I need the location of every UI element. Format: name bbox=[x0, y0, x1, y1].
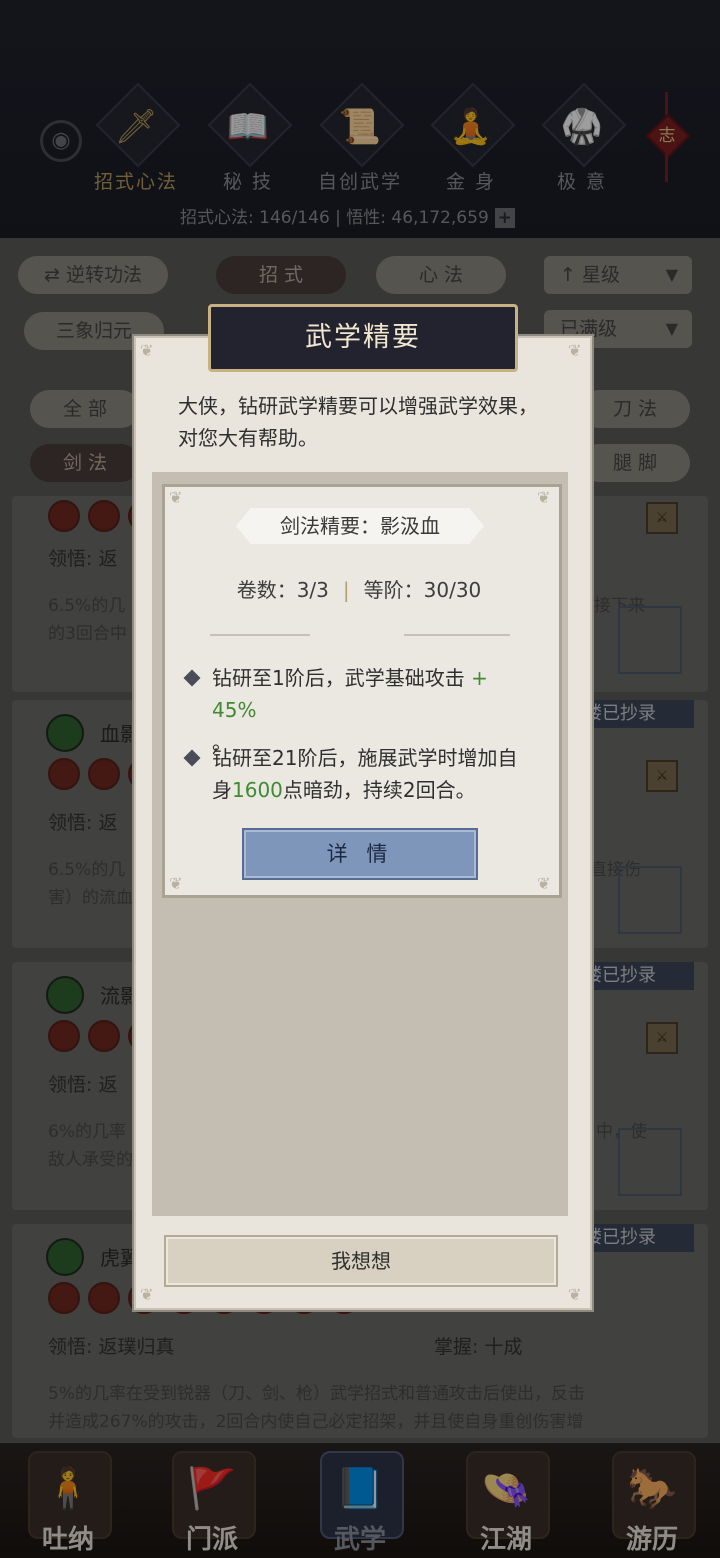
volume-rank-line: 卷数：3/3 | 等阶：30/30 bbox=[236, 578, 482, 602]
corner-ornament-icon: ❦ bbox=[169, 488, 183, 507]
corner-ornament-icon: ❦ bbox=[568, 341, 582, 360]
corner-ornament-icon: ❦ bbox=[140, 341, 154, 360]
divider bbox=[404, 634, 510, 636]
essence-effect-2: 钻研至21阶后，施展武学时增加自身1600点暗劲，持续2回合。 bbox=[183, 742, 536, 806]
think-it-over-button[interactable]: 我想想 bbox=[164, 1235, 558, 1287]
dialog-intro: 大侠，钻研武学精要可以增强武学效果，对您大有帮助。 bbox=[178, 394, 538, 450]
corner-ornament-icon: ❦ bbox=[537, 488, 551, 507]
corner-ornament-icon: ❦ bbox=[169, 874, 183, 893]
corner-ornament-icon: ❦ bbox=[568, 1285, 582, 1304]
dialog-title: 武学精要 bbox=[208, 304, 518, 372]
essence-subtitle: 剑法精要：影汲血 bbox=[236, 508, 484, 544]
corner-ornament-icon: ❦ bbox=[140, 1285, 154, 1304]
divider bbox=[210, 634, 310, 636]
corner-ornament-icon: ❦ bbox=[537, 874, 551, 893]
details-button[interactable]: 详 情 bbox=[242, 828, 478, 880]
